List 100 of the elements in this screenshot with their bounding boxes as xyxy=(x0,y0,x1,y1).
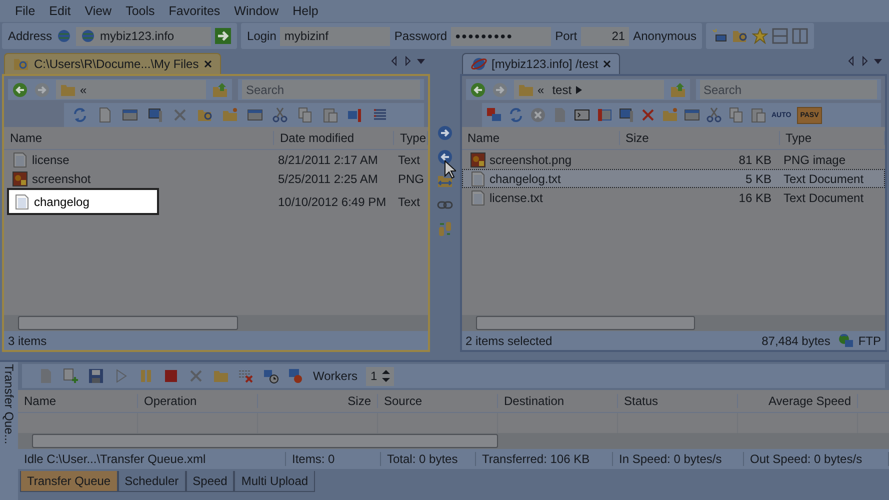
menu-item[interactable]: View xyxy=(78,4,119,18)
column-header[interactable]: Source xyxy=(378,394,498,408)
file-name[interactable]: license.txt xyxy=(462,188,543,207)
pane-tab[interactable]: [mybiz123.info] /test xyxy=(462,53,620,74)
shutdown-icon[interactable] xyxy=(288,368,304,384)
delete-icon[interactable] xyxy=(188,368,204,384)
column-header[interactable]: Average Speed xyxy=(738,394,858,408)
globe-icon[interactable] xyxy=(56,28,72,44)
computer-icon[interactable] xyxy=(486,107,502,123)
menu-item[interactable]: Tools xyxy=(118,4,162,18)
up-folder-icon[interactable] xyxy=(670,82,686,98)
windows-icon[interactable] xyxy=(247,107,263,123)
sync-icon[interactable] xyxy=(436,221,452,237)
file-name[interactable]: screenshot xyxy=(4,169,91,188)
search-field[interactable]: Search xyxy=(242,80,420,99)
vertical-split-icon[interactable] xyxy=(792,28,808,44)
refresh-icon[interactable] xyxy=(508,107,524,123)
forward-icon[interactable] xyxy=(492,82,508,98)
delete-icon[interactable] xyxy=(640,107,656,123)
tab-navigation-icon[interactable] xyxy=(390,56,426,66)
column-header[interactable]: Type xyxy=(780,131,885,145)
windows-icon[interactable] xyxy=(684,107,700,123)
back-icon[interactable] xyxy=(12,82,28,98)
address-field[interactable]: mybiz123.info xyxy=(76,26,212,46)
menu-item[interactable]: Window xyxy=(227,4,286,18)
panel-tab[interactable]: Speed xyxy=(186,471,234,492)
stop-icon[interactable] xyxy=(163,368,179,384)
edit-icon[interactable] xyxy=(596,107,612,123)
column-header[interactable]: Name xyxy=(18,394,138,408)
side-tab[interactable]: Transfer Que... xyxy=(0,362,18,500)
close-icon[interactable] xyxy=(204,60,212,68)
close-icon[interactable] xyxy=(603,60,612,68)
spinner-arrows-icon[interactable] xyxy=(382,370,390,382)
column-header[interactable]: Name xyxy=(4,131,274,145)
column-header[interactable]: Name xyxy=(462,131,620,145)
path-field[interactable]: « test xyxy=(514,80,664,99)
tab-navigation-icon[interactable] xyxy=(847,56,883,66)
pane-tab[interactable]: C:\Users\R\Docume...\My Files xyxy=(4,53,221,74)
menu-item[interactable]: Favorites xyxy=(162,4,228,18)
file-name[interactable]: screenshot.png xyxy=(462,150,572,169)
refresh-icon[interactable] xyxy=(72,107,88,123)
horizontal-scrollbar[interactable] xyxy=(4,315,428,331)
open-icon[interactable] xyxy=(38,368,54,384)
port-field[interactable]: 21 xyxy=(581,26,630,46)
transfer-right-icon[interactable] xyxy=(436,125,452,141)
properties-icon[interactable] xyxy=(347,107,363,123)
file-icon[interactable] xyxy=(97,107,113,123)
star-icon[interactable] xyxy=(752,28,768,44)
add-icon[interactable] xyxy=(63,368,79,384)
panel-tab[interactable]: Transfer Queue xyxy=(20,471,118,492)
terminal-icon[interactable] xyxy=(574,107,590,123)
go-icon[interactable] xyxy=(215,28,232,44)
delete-icon[interactable] xyxy=(172,107,188,123)
save-icon[interactable] xyxy=(88,368,104,384)
paste-icon[interactable] xyxy=(750,107,766,123)
login-field[interactable]: mybizinf xyxy=(280,26,390,46)
file-name[interactable]: license xyxy=(4,150,70,169)
up-folder-icon[interactable] xyxy=(212,82,228,98)
column-header[interactable]: Date modified xyxy=(274,131,394,145)
copy-icon[interactable] xyxy=(728,107,744,123)
cut-icon[interactable] xyxy=(706,107,722,123)
new-folder-icon[interactable] xyxy=(222,107,238,123)
column-header[interactable]: Type xyxy=(394,131,428,145)
column-header[interactable]: Operation xyxy=(138,394,258,408)
menu-item[interactable]: File xyxy=(8,4,42,18)
column-header[interactable]: Size xyxy=(620,131,780,145)
workers-spinner[interactable]: 1 xyxy=(366,366,394,386)
folder-icon[interactable] xyxy=(197,107,213,123)
column-header[interactable]: Size xyxy=(258,394,378,408)
transfer-left-icon[interactable] xyxy=(436,149,452,165)
forward-icon[interactable] xyxy=(34,82,50,98)
copy-icon[interactable] xyxy=(297,107,313,123)
stop-icon[interactable] xyxy=(530,107,546,123)
computer-icon[interactable] xyxy=(712,28,728,44)
column-header[interactable]: Destination xyxy=(498,394,618,408)
horizontal-scrollbar[interactable] xyxy=(462,315,885,331)
search-field[interactable]: Search xyxy=(700,80,877,99)
anonymous-option[interactable]: Anonymous xyxy=(633,29,696,43)
horizontal-scrollbar[interactable] xyxy=(18,433,889,449)
monitor-icon[interactable] xyxy=(618,107,634,123)
folder-compare-icon[interactable] xyxy=(436,173,452,189)
panel-tab[interactable]: Multi Upload xyxy=(234,471,316,492)
menu-item[interactable]: Help xyxy=(286,4,326,18)
horizontal-split-icon[interactable] xyxy=(772,28,788,44)
view-icon[interactable] xyxy=(372,107,388,123)
clear-icon[interactable] xyxy=(238,368,254,384)
schedule-icon[interactable] xyxy=(263,368,279,384)
menu-item[interactable]: Edit xyxy=(42,4,78,18)
file-name[interactable]: changelog.txt xyxy=(462,169,561,188)
folder-icon[interactable] xyxy=(732,28,748,44)
new-folder-icon[interactable] xyxy=(662,107,678,123)
panel-tab[interactable]: Scheduler xyxy=(118,471,186,492)
cut-icon[interactable] xyxy=(272,107,288,123)
paste-icon[interactable] xyxy=(322,107,338,123)
window-icon[interactable] xyxy=(122,107,138,123)
path-field[interactable]: « xyxy=(56,80,206,99)
breadcrumb-arrow-icon[interactable] xyxy=(576,86,582,94)
column-header[interactable]: Status xyxy=(618,394,738,408)
file-name[interactable]: changelog xyxy=(7,188,159,215)
back-icon[interactable] xyxy=(470,82,486,98)
